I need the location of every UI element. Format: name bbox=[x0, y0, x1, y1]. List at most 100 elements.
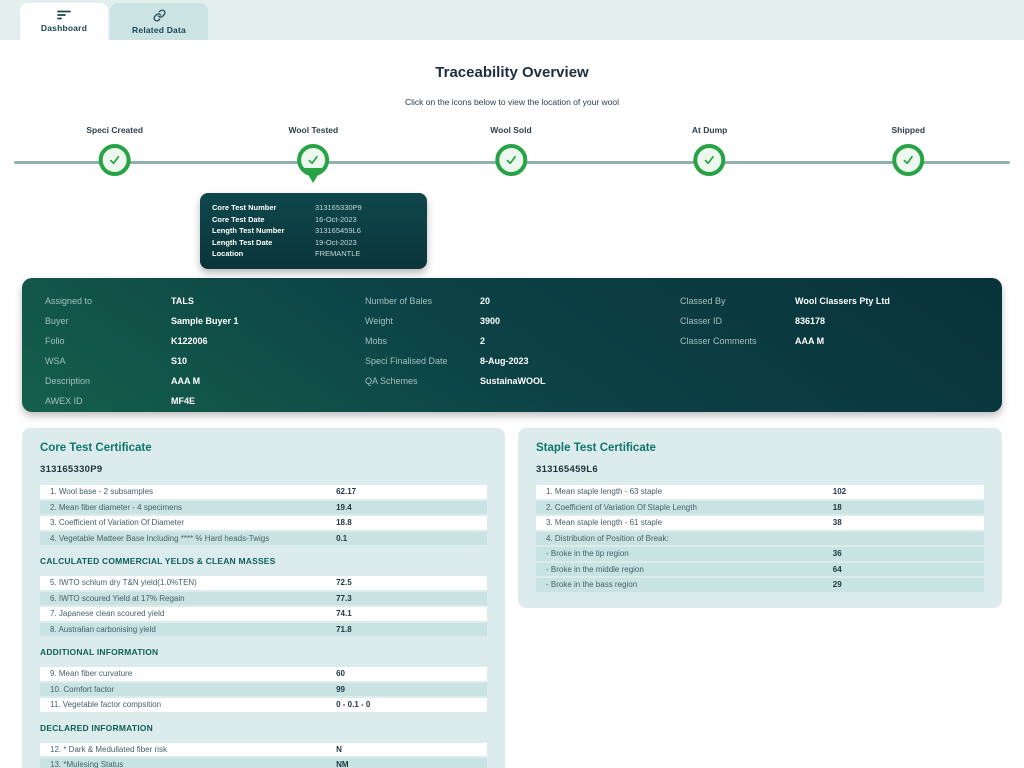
row-value: N bbox=[336, 745, 477, 754]
tab-dashboard[interactable]: Dashboard bbox=[20, 3, 108, 40]
timeline-step-wool-sold[interactable]: Wool Sold bbox=[490, 125, 531, 176]
tab-bar: Dashboard Related Data bbox=[0, 0, 1024, 40]
summary-field: Buyer Sample Buyer 1 bbox=[45, 311, 365, 331]
row-label: 4. Vegetable Matteer Base Including ****… bbox=[50, 534, 336, 543]
field-value: 20 bbox=[480, 296, 490, 306]
timeline-step-shipped[interactable]: Shipped bbox=[892, 125, 926, 176]
summary-field: Classer Comments AAA M bbox=[680, 331, 1002, 351]
core-test-certificate-card: Core Test Certificate 313165330P9 1. Woo… bbox=[22, 428, 505, 768]
summary-field: Description AAA M bbox=[45, 371, 365, 391]
field-label: Speci Finalised Date bbox=[365, 356, 480, 366]
field-value: K122006 bbox=[171, 336, 208, 346]
table-row: 4. Vegetable Matteer Base Including ****… bbox=[40, 532, 487, 546]
timeline-step-speci-created[interactable]: Speci Created bbox=[86, 125, 143, 176]
row-value: 0.1 bbox=[336, 534, 477, 543]
field-label: WSA bbox=[45, 356, 171, 366]
summary-field: WSA S10 bbox=[45, 351, 365, 371]
field-label: Classer ID bbox=[680, 316, 795, 326]
field-value: Wool Classers Pty Ltd bbox=[795, 296, 890, 306]
staple-test-certificate-card: Staple Test Certificate 313165459L6 1. M… bbox=[518, 428, 1002, 608]
table-row: 2. Mean fiber diameter - 4 specimens 19.… bbox=[40, 501, 487, 515]
row-value: 64 bbox=[833, 565, 974, 574]
page-title: Traceability Overview bbox=[0, 64, 1024, 81]
row-label: 13. *Mulesing Status bbox=[50, 760, 336, 768]
row-value: 18.8 bbox=[336, 518, 477, 527]
row-label: 11. Vegetable factor compsition bbox=[50, 700, 336, 709]
table-row: - Broke in the tip region 36 bbox=[536, 547, 984, 561]
row-value: NM bbox=[336, 760, 477, 768]
row-label: 2. Coefficient of Variation Of Staple Le… bbox=[546, 503, 833, 512]
table-row: 8. Australian carbonising yield 71.8 bbox=[40, 623, 487, 637]
field-value: 8-Aug-2023 bbox=[480, 356, 529, 366]
table-row: 9. Mean fiber curvature 60 bbox=[40, 667, 487, 681]
summary-field: Classed By Wool Classers Pty Ltd bbox=[680, 291, 1002, 311]
row-value: 102 bbox=[833, 487, 974, 496]
row-value: 74.1 bbox=[336, 609, 477, 618]
summary-column-1: Assigned to TALS Buyer Sample Buyer 1 Fo… bbox=[45, 291, 365, 412]
table-row: 12. * Dark & Medullated fiber risk N bbox=[40, 743, 487, 757]
table-row: - Broke in the middle region 64 bbox=[536, 563, 984, 577]
tooltip-value: 313165459L6 bbox=[315, 225, 361, 237]
field-value: 836178 bbox=[795, 316, 825, 326]
summary-field: AWEX ID MF4E bbox=[45, 391, 365, 411]
check-circle-icon[interactable] bbox=[99, 144, 131, 176]
field-label: Classed By bbox=[680, 296, 795, 306]
row-label: 10. Comfort factor bbox=[50, 685, 336, 694]
table-row: - Broke in the bass region 29 bbox=[536, 578, 984, 592]
table-row: 13. *Mulesing Status NM bbox=[40, 758, 487, 768]
summary-field: Speci Finalised Date 8-Aug-2023 bbox=[365, 351, 680, 371]
step-label: At Dump bbox=[692, 125, 727, 135]
tooltip-label: Length Test Number bbox=[212, 225, 315, 237]
row-value: 99 bbox=[336, 685, 477, 694]
field-value: S10 bbox=[171, 356, 187, 366]
row-label: 9. Mean fiber curvature bbox=[50, 669, 336, 678]
row-label: 3. Mean staple length - 61 staple bbox=[546, 518, 833, 527]
section-heading: CALCULATED COMMERCIAL YELDS & CLEAN MASS… bbox=[40, 556, 487, 566]
section-heading: ADDITIONAL INFORMATION bbox=[40, 647, 487, 657]
core-rows-additional: 9. Mean fiber curvature 60 10. Comfort f… bbox=[40, 667, 487, 712]
row-label: - Broke in the tip region bbox=[546, 549, 833, 558]
tooltip-row: Location FREMANTLE bbox=[212, 248, 415, 260]
table-row: 4. Distribution of Position of Break: bbox=[536, 532, 984, 546]
row-label: 7. Japanese clean scoured yield bbox=[50, 609, 336, 618]
field-value: SustainaWOOL bbox=[480, 376, 546, 386]
tooltip-value: FREMANTLE bbox=[315, 248, 360, 260]
row-label: - Broke in the middle region bbox=[546, 565, 833, 574]
traceability-timeline: Speci Created Wool Tested Wool Sold At D… bbox=[0, 125, 1024, 200]
staple-rows: 1. Mean staple length - 63 staple 102 2.… bbox=[536, 485, 984, 592]
field-value: 2 bbox=[480, 336, 485, 346]
check-circle-icon[interactable] bbox=[892, 144, 924, 176]
tooltip-label: Location bbox=[212, 248, 315, 260]
row-value: 72.5 bbox=[336, 578, 477, 587]
speci-summary-panel: Assigned to TALS Buyer Sample Buyer 1 Fo… bbox=[22, 278, 1002, 412]
check-circle-icon[interactable] bbox=[495, 144, 527, 176]
row-label: 12. * Dark & Medullated fiber risk bbox=[50, 745, 336, 754]
table-row: 10. Comfort factor 99 bbox=[40, 683, 487, 697]
tooltip-value: 313165330P9 bbox=[315, 202, 362, 214]
summary-field: Folio K122006 bbox=[45, 331, 365, 351]
tab-related-data[interactable]: Related Data bbox=[110, 3, 208, 40]
field-label: Mobs bbox=[365, 336, 480, 346]
field-value: AAA M bbox=[171, 376, 200, 386]
field-label: Description bbox=[45, 376, 171, 386]
summary-field: Mobs 2 bbox=[365, 331, 680, 351]
field-label: Number of Bales bbox=[365, 296, 480, 306]
summary-column-3: Classed By Wool Classers Pty Ltd Classer… bbox=[680, 291, 1002, 412]
summary-field: Number of Bales 20 bbox=[365, 291, 680, 311]
check-pin-icon[interactable] bbox=[297, 144, 329, 176]
field-label: Folio bbox=[45, 336, 171, 346]
check-circle-icon[interactable] bbox=[694, 144, 726, 176]
row-value: 36 bbox=[833, 549, 974, 558]
table-row: 3. Mean staple length - 61 staple 38 bbox=[536, 516, 984, 530]
row-value: 19.4 bbox=[336, 503, 477, 512]
timeline-step-at-dump[interactable]: At Dump bbox=[692, 125, 727, 176]
row-label: 3. Coefficient of Variation Of Diameter bbox=[50, 518, 336, 527]
field-label: Assigned to bbox=[45, 296, 171, 306]
certificate-number: 313165459L6 bbox=[536, 464, 984, 475]
row-label: 1. Wool base - 2 subsamples bbox=[50, 487, 336, 496]
timeline-step-wool-tested[interactable]: Wool Tested bbox=[288, 125, 338, 176]
field-value: Sample Buyer 1 bbox=[171, 316, 239, 326]
page-subtitle: Click on the icons below to view the loc… bbox=[0, 97, 1024, 107]
row-label: 8. Australian carbonising yield bbox=[50, 625, 336, 634]
row-label: 6. IWTO scoured Yield at 17% Regain bbox=[50, 594, 336, 603]
